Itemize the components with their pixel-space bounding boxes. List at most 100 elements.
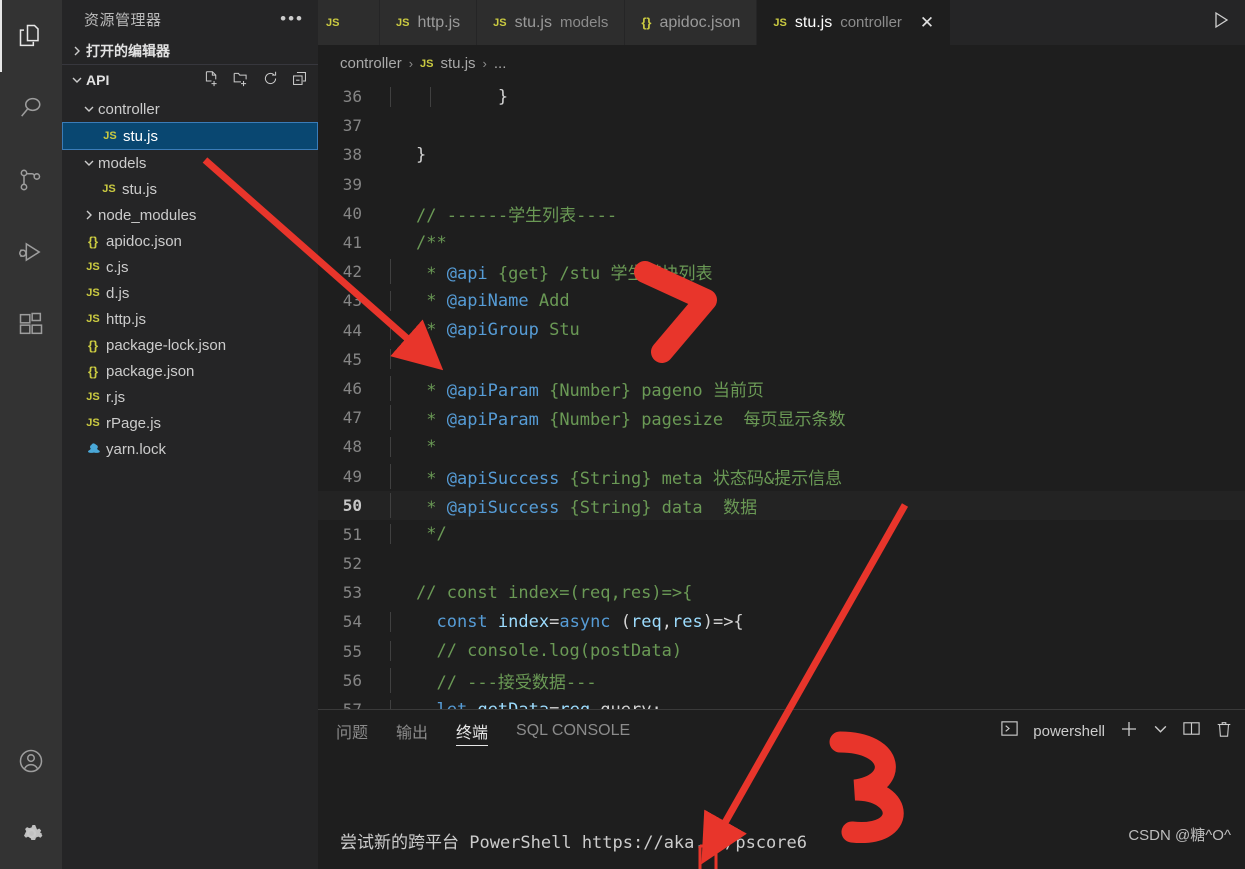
close-icon[interactable]: ✕ (920, 13, 934, 33)
refresh-icon[interactable] (262, 70, 279, 90)
terminal-output[interactable]: 尝试新的跨平台 PowerShell https://aka.ms/pscore… (318, 752, 1245, 869)
code-token: } (416, 144, 427, 165)
tree-item-label: package-lock.json (106, 336, 227, 354)
tab-description: models (559, 14, 609, 31)
activity-item-explorer[interactable] (0, 0, 62, 72)
activity-item-account[interactable] (0, 725, 62, 797)
panel-tab-problems[interactable]: 问题 (336, 710, 368, 752)
tree-file-apidoc-json[interactable]: {} apidoc.json (62, 228, 318, 254)
new-terminal-icon[interactable] (1119, 719, 1139, 744)
indent-guide (390, 320, 391, 341)
ellipsis-icon[interactable]: ••• (280, 10, 304, 27)
panel-tab-terminal[interactable]: 终端 (456, 710, 489, 752)
tree-item-label: rPage.js (106, 414, 162, 432)
indent-guide (390, 349, 391, 370)
activity-item-extensions[interactable] (0, 288, 62, 360)
indent-guide (390, 86, 391, 107)
tree-item-label: yarn.lock (106, 440, 167, 458)
project-section-header[interactable]: API (62, 64, 318, 94)
indent-guide (390, 375, 391, 401)
code-token: = (549, 700, 559, 709)
js-icon: JS (326, 16, 340, 29)
line-number: 47 (342, 408, 362, 428)
tab-label: stu.js (514, 13, 552, 31)
activity-item-search[interactable] (0, 72, 62, 144)
code-token: getData (467, 700, 549, 709)
js-icon: JS (86, 417, 100, 429)
line-number: 44 (342, 320, 362, 340)
tree-file-d-js[interactable]: JS d.js (62, 280, 318, 306)
tree-folder-controller[interactable]: controller (62, 96, 318, 122)
new-file-icon[interactable] (203, 70, 220, 90)
run-play-icon[interactable] (1211, 10, 1231, 35)
chevron-right-icon: › (482, 56, 487, 71)
code-editor[interactable]: 36 } 37 38} 39 40 // ------学生列表---- 41 /** 42 * … (318, 82, 1245, 709)
code-token: */ (416, 524, 447, 545)
tree-file-c-js[interactable]: JS c.js (62, 254, 318, 280)
indent-guide (390, 641, 391, 662)
new-folder-icon[interactable] (232, 70, 250, 90)
indent-guide (390, 405, 391, 431)
editor-tab-stu-js-models[interactable]: JS stu.js models (477, 0, 626, 45)
split-terminal-icon[interactable] (1182, 719, 1201, 743)
sidebar-title: 资源管理器 (84, 11, 162, 29)
account-icon (17, 747, 45, 775)
editor-tab-stu-js-controller[interactable]: JS stu.js controller ✕ (757, 0, 952, 45)
tree-file-http-js[interactable]: JS http.js (62, 306, 318, 332)
code-line: 44 * @apiGroup Stu (318, 316, 1245, 345)
panel-tab-sql-console[interactable]: SQL CONSOLE (516, 710, 630, 752)
code-line-text: let getData=req.query; (388, 699, 1245, 709)
activity-item-source-control[interactable] (0, 144, 62, 216)
activity-item-run-and-debug[interactable] (0, 216, 62, 288)
js-icon: JS (420, 57, 434, 70)
json-icon: {} (641, 15, 652, 30)
breadcrumb-more[interactable]: ... (494, 55, 507, 72)
tree-file-package-lock-json[interactable]: {} package-lock.json (62, 332, 318, 358)
open-editors-section[interactable]: 打开的编辑器 (62, 38, 318, 64)
js-icon: JS (773, 16, 787, 29)
terminal-icon (1000, 719, 1019, 743)
tree-file-stu-controller[interactable]: JS stu.js (62, 122, 318, 150)
tree-file-yarn-lock[interactable]: yarn.lock (62, 436, 318, 462)
line-number: 56 (342, 670, 362, 690)
code-token: req (631, 611, 662, 632)
editor-tab-http-js[interactable]: JS http.js (380, 0, 478, 45)
breadcrumb-file[interactable]: stu.js (441, 55, 476, 72)
chevron-down-icon (80, 103, 98, 115)
editor-actions (1197, 0, 1245, 45)
chevron-down-icon[interactable] (1153, 721, 1168, 741)
indent-guide (390, 699, 391, 709)
js-icon: JS (86, 391, 100, 403)
trash-icon[interactable] (1215, 720, 1233, 743)
panel-tab-output[interactable]: 输出 (396, 710, 428, 752)
code-line: 38} (318, 140, 1245, 169)
code-line-text: * (388, 436, 1245, 457)
code-line: 51 */ (318, 520, 1245, 549)
code-line-text: * @apiGroup Stu (388, 320, 1245, 341)
indent-guide (390, 667, 391, 693)
tree-file-stu-models[interactable]: JS stu.js (62, 176, 318, 202)
tree-file-package-json[interactable]: {} package.json (62, 358, 318, 384)
line-number: 43 (342, 291, 362, 311)
code-token: * (416, 320, 447, 341)
editor-tab-apidoc-json[interactable]: {} apidoc.json (625, 0, 758, 45)
tree-folder-node-modules[interactable]: node_modules (62, 202, 318, 228)
editor-area: JS JS http.js JS stu.js models {} apidoc… (318, 0, 1245, 869)
breadcrumb-folder[interactable]: controller (340, 55, 402, 72)
run-and-debug-icon (17, 238, 45, 266)
code-line: 47 * @apiParam {Number} pagesize 每页显示条数 (318, 403, 1245, 432)
tree-folder-models[interactable]: models (62, 150, 318, 176)
code-token: /** (416, 232, 447, 253)
activity-item-settings[interactable] (0, 797, 62, 869)
editor-tab-partial[interactable]: JS (318, 0, 380, 45)
code-token: @apiParam (446, 410, 539, 431)
chevron-right-icon: › (408, 56, 414, 71)
code-line-text: * @apiSuccess {String} data 数据 (388, 492, 1245, 518)
tree-file-r-js[interactable]: JS r.js (62, 384, 318, 410)
code-token: = (549, 611, 560, 632)
code-token: const (436, 611, 488, 632)
terminal-shell-name[interactable]: powershell (1033, 723, 1105, 740)
collapse-all-icon[interactable] (291, 70, 308, 90)
tree-file-rpage-js[interactable]: JS rPage.js (62, 410, 318, 436)
line-number: 54 (342, 612, 362, 632)
